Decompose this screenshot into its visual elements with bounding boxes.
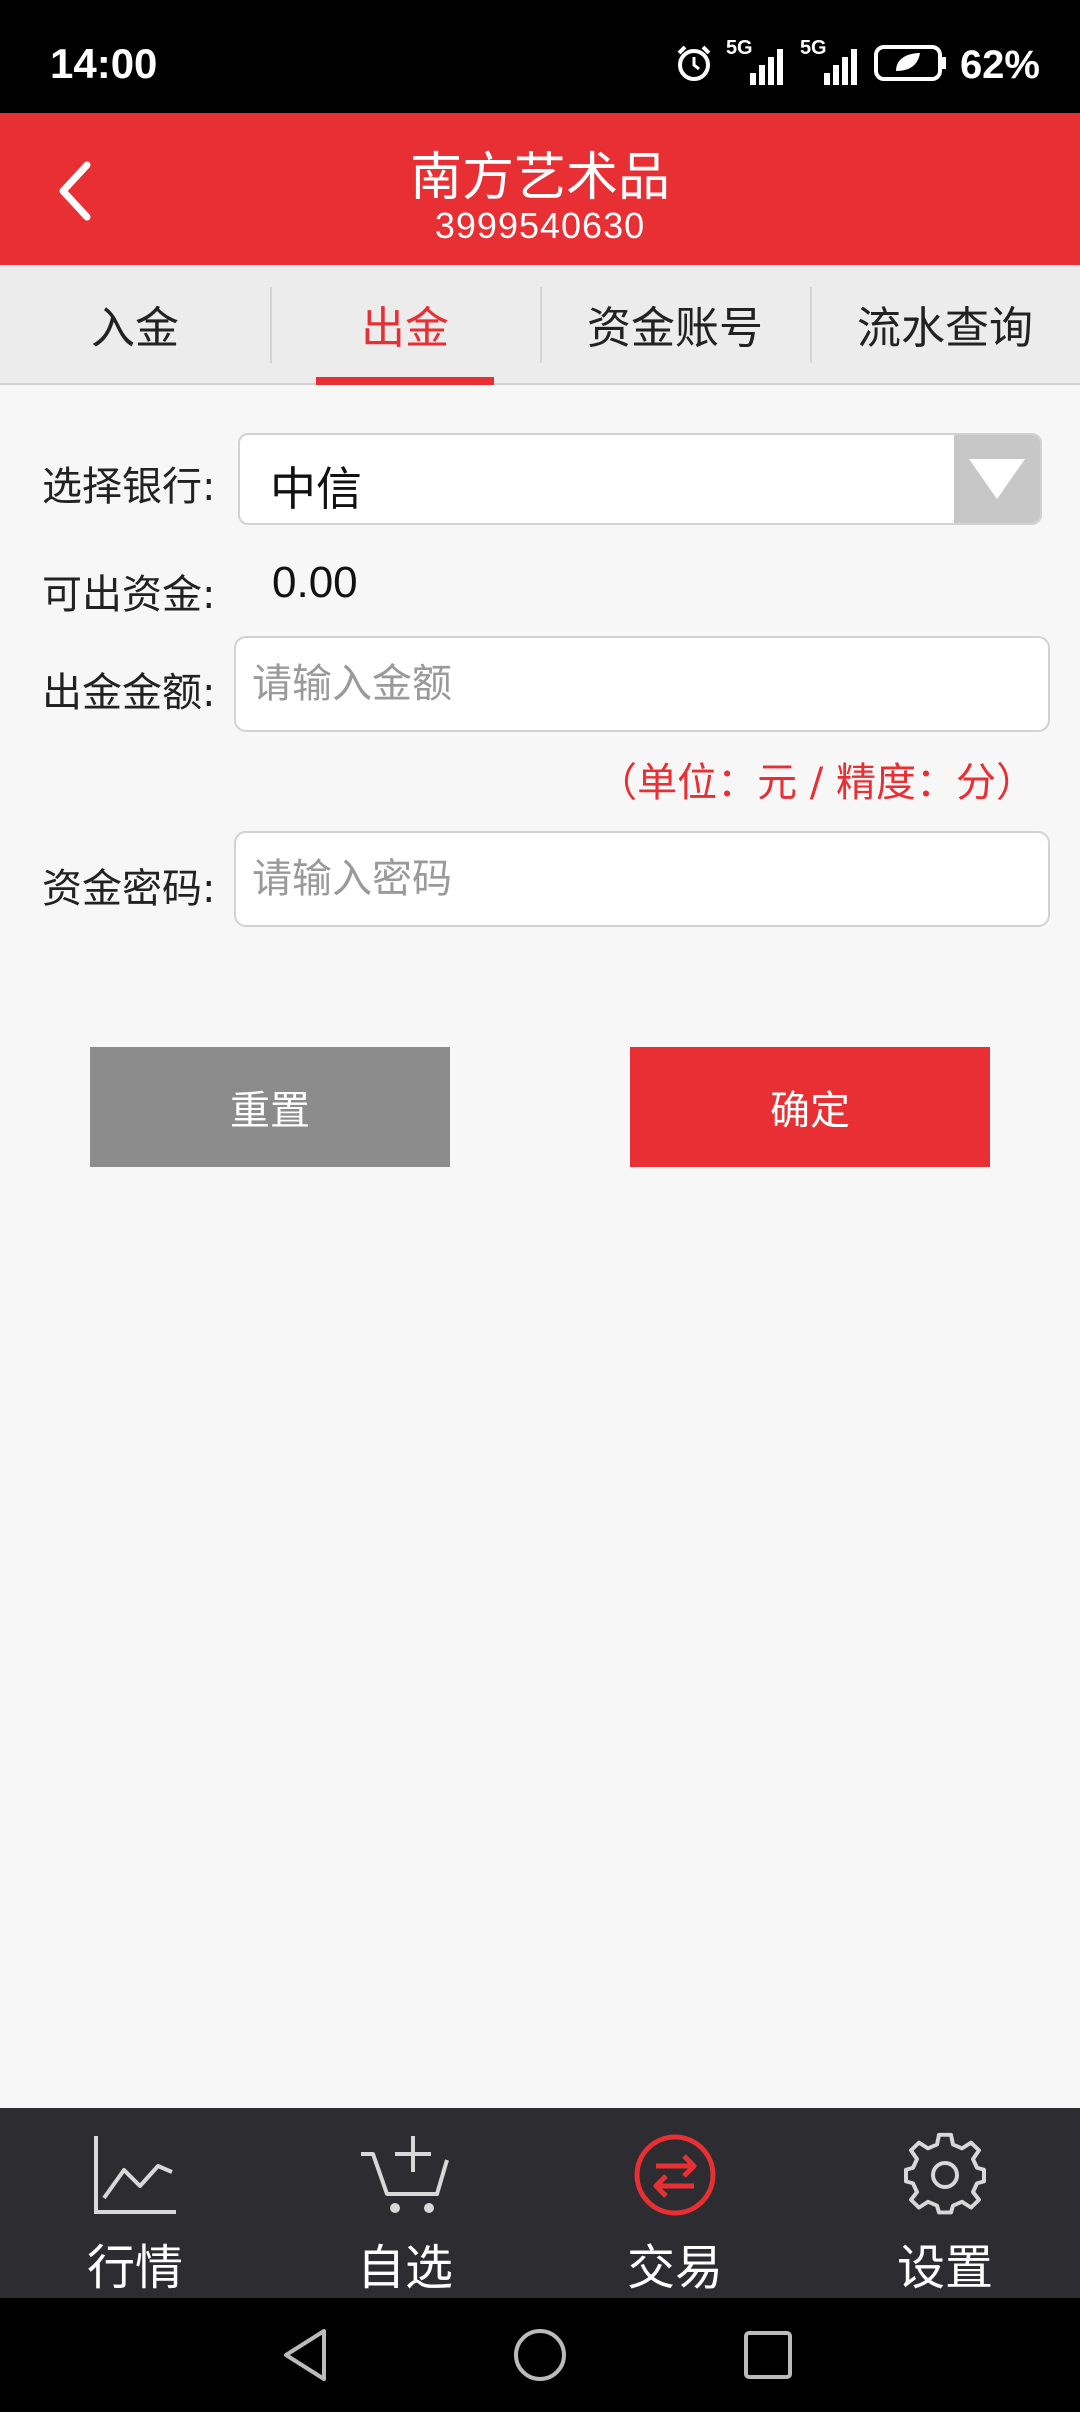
bank-select-value: 中信 bbox=[270, 462, 362, 516]
system-home-button[interactable] bbox=[505, 2320, 575, 2390]
bottom-nav: 行情 自选 交易 设置 bbox=[0, 2108, 1080, 2298]
unit-hint: （单位：元 / 精度：分） bbox=[597, 760, 1036, 806]
nav-label-watchlist: 自选 bbox=[356, 2240, 453, 2296]
battery-percent: 62% bbox=[959, 42, 1040, 87]
reset-button[interactable]: 重置 bbox=[90, 1047, 450, 1167]
tab-transaction-history[interactable]: 流水查询 bbox=[810, 265, 1080, 383]
password-label: 资金密码: bbox=[42, 866, 216, 912]
tab-fund-account[interactable]: 资金账号 bbox=[540, 265, 810, 383]
available-funds-value: 0.00 bbox=[272, 558, 358, 607]
square-icon bbox=[744, 2331, 792, 2379]
nav-label-trade: 交易 bbox=[626, 2240, 723, 2296]
tab-withdraw[interactable]: 出金 bbox=[270, 265, 540, 385]
account-number: 3999540630 bbox=[434, 205, 646, 246]
cart-add-icon bbox=[357, 2128, 453, 2222]
gear-icon bbox=[897, 2128, 993, 2222]
battery-icon bbox=[873, 43, 948, 87]
tab-deposit[interactable]: 入金 bbox=[0, 265, 270, 383]
triangle-down-icon bbox=[969, 459, 1025, 499]
password-input[interactable] bbox=[234, 831, 1050, 927]
page-title: 南方艺术品 bbox=[409, 148, 670, 208]
nav-label-market: 行情 bbox=[86, 2240, 183, 2296]
triangle-left-icon bbox=[284, 2329, 326, 2381]
system-recents-button[interactable] bbox=[733, 2320, 803, 2390]
available-funds-label: 可出资金: bbox=[42, 572, 216, 618]
chart-line-icon bbox=[87, 2128, 183, 2222]
tab-bar: 入金 出金 资金账号 流水查询 bbox=[0, 265, 1080, 385]
nav-item-market[interactable]: 行情 bbox=[0, 2108, 270, 2298]
dropdown-button[interactable] bbox=[954, 435, 1040, 523]
status-time: 14:00 bbox=[50, 40, 158, 87]
confirm-button[interactable]: 确定 bbox=[630, 1047, 990, 1167]
alarm-icon bbox=[674, 43, 714, 87]
system-back-button[interactable] bbox=[270, 2320, 340, 2390]
nav-item-settings[interactable]: 设置 bbox=[810, 2108, 1080, 2298]
status-bar: 14:00 5G 5G 62% bbox=[0, 0, 1080, 113]
signal-icon: 5G bbox=[726, 37, 788, 87]
bank-label: 选择银行: bbox=[42, 464, 216, 510]
status-icons: 5G 5G 62% bbox=[674, 37, 1040, 90]
signal-icon-2: 5G bbox=[800, 37, 862, 87]
exchange-icon bbox=[627, 2128, 723, 2222]
circle-icon bbox=[514, 2329, 566, 2381]
nav-label-settings: 设置 bbox=[896, 2240, 993, 2296]
bank-select[interactable]: 中信 bbox=[238, 433, 1042, 525]
nav-item-watchlist[interactable]: 自选 bbox=[270, 2108, 540, 2298]
system-nav-bar bbox=[0, 2298, 1080, 2412]
nav-item-trade[interactable]: 交易 bbox=[540, 2108, 810, 2298]
amount-input[interactable] bbox=[234, 636, 1050, 732]
app-header: 南方艺术品 3999540630 bbox=[0, 113, 1080, 265]
amount-label: 出金金额: bbox=[42, 670, 216, 716]
